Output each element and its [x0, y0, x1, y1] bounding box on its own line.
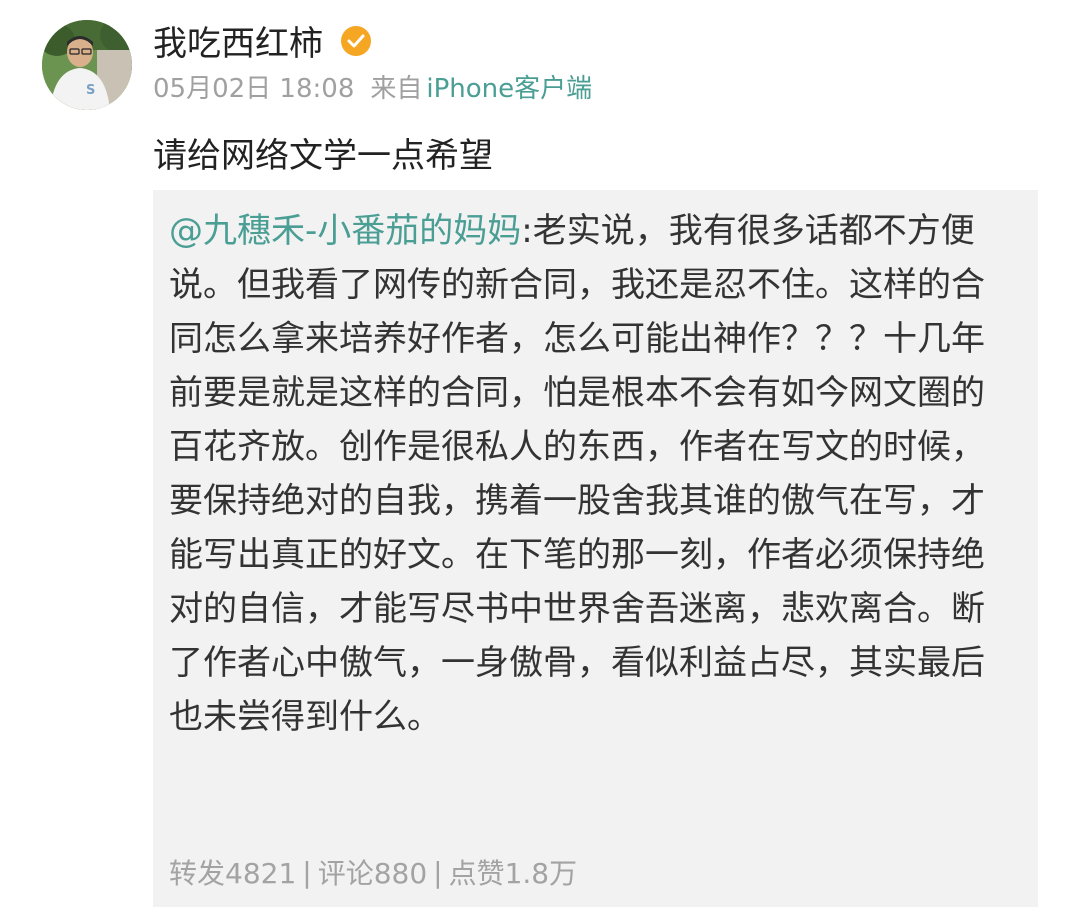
svg-text:S: S [86, 83, 95, 98]
post-time: 05月02日 18:08 [153, 73, 355, 104]
like-count[interactable]: 点赞1.8万 [449, 852, 578, 892]
verified-badge-icon [341, 26, 371, 56]
avatar[interactable]: S [42, 20, 132, 110]
author-name[interactable]: 我吃西红柿 [153, 16, 323, 64]
repost-stats: 转发4821 | 评论880 | 点赞1.8万 [169, 852, 577, 892]
source-link[interactable]: iPhone客户端 [426, 68, 592, 105]
source-prefix: 来自 [370, 73, 423, 104]
post-meta: 05月02日 18:08 来自 iPhone客户端 [153, 67, 592, 105]
post-text: 请给网络文学一点希望 [153, 136, 493, 176]
repost-card[interactable]: @九穗禾-小番茄的妈妈:老实说，我有很多话都不方便说。但我看了网传的新合同，我还… [153, 190, 1038, 907]
comment-count[interactable]: 评论880 [318, 852, 427, 892]
mention-link[interactable]: @九穗禾-小番茄的妈妈 [169, 211, 521, 251]
repost-text: :老实说，我有很多话都不方便说。但我看了网传的新合同，我还是忍不住。这样的合同怎… [169, 211, 985, 737]
stats-separator: | [433, 855, 443, 889]
stats-separator: | [302, 855, 312, 889]
repost-content: @九穗禾-小番茄的妈妈:老实说，我有很多话都不方便说。但我看了网传的新合同，我还… [169, 204, 1009, 744]
author-name-text[interactable]: 我吃西红柿 [153, 16, 323, 65]
repost-count[interactable]: 转发4821 [169, 852, 296, 892]
